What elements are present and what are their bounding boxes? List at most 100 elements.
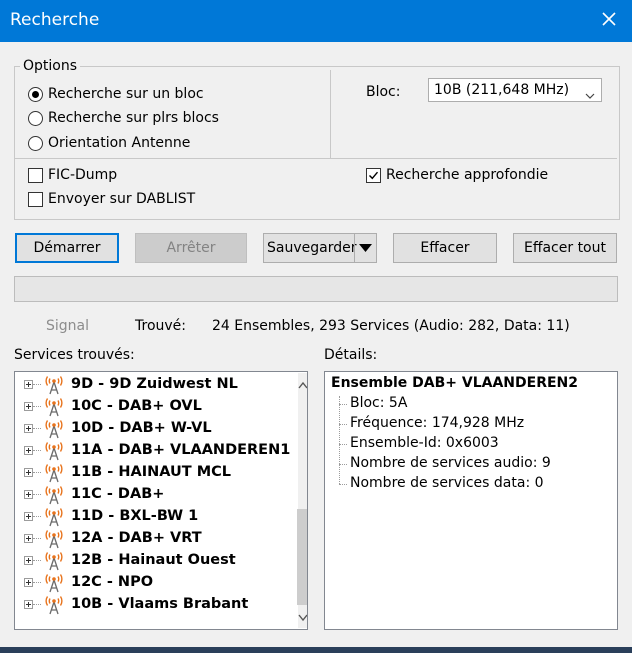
radio-antenna-orientation-label: Orientation Antenne [48,135,191,151]
service-tree-item[interactable]: 11C - DAB+ [15,484,285,506]
expand-plus-icon[interactable] [24,512,33,521]
radio-multi-block-label: Recherche sur plrs blocs [48,110,219,126]
options-divider-horizontal [15,158,617,159]
services-tree[interactable]: 9D - 9D Zuidwest NL 10C - DAB+ OVL 10D - D… [14,371,308,630]
service-item-label: 10B - Vlaams Brabant [71,596,249,612]
title-bar: Recherche [0,0,632,42]
bloc-select[interactable]: 10B (211,648 MHz) [428,78,602,102]
expand-plus-icon[interactable] [24,490,33,499]
scroll-up-arrow-icon[interactable] [298,377,307,394]
scroll-down-arrow-icon[interactable] [298,609,307,626]
details-row-ensemble-id: Ensemble-Id: 0x6003 [350,435,499,451]
tree-branch-line [33,450,41,451]
checkbox-send-dablist-label: Envoyer sur DABLIST [48,191,196,207]
checkbox-send-dablist[interactable]: Envoyer sur DABLIST [28,191,218,211]
service-tree-item[interactable]: 11D - BXL-BW 1 [15,506,285,528]
radio-single-block-indicator[interactable] [28,87,43,102]
service-item-label: 10D - DAB+ W-VL [71,420,212,436]
search-progress-bar [14,276,618,302]
details-row-audio-services: Nombre de services audio: 9 [350,455,551,471]
details-title: Ensemble DAB+ VLAANDEREN2 [331,375,578,391]
clear-button[interactable]: Effacer [393,233,497,263]
signal-label: Signal [46,318,90,334]
stop-button[interactable]: Arrêter [135,233,247,263]
tree-branch-line [33,560,41,561]
tree-branch-line [33,582,41,583]
expand-plus-icon[interactable] [24,380,33,389]
service-tree-item[interactable]: 10B - Vlaams Brabant [15,594,285,616]
details-panel: Ensemble DAB+ VLAANDEREN2 Bloc: 5A Fréqu… [324,371,618,630]
details-tree-branch [339,484,347,485]
save-dropdown-arrow[interactable] [354,234,377,262]
details-tree-line [339,396,340,484]
clear-all-button[interactable]: Effacer tout [513,233,617,263]
start-button[interactable]: Démarrer [15,233,119,263]
expand-plus-icon[interactable] [24,600,33,609]
expand-plus-icon[interactable] [24,578,33,587]
chevron-down-icon [585,87,595,103]
service-item-label: 9D - 9D Zuidwest NL [71,376,238,392]
service-tree-item[interactable]: 12B - Hainaut Ouest [15,550,285,572]
radio-antenna-orientation[interactable]: Orientation Antenne [28,135,288,155]
service-item-label: 12C - NPO [71,574,154,590]
window-title: Recherche [10,10,100,30]
radio-multi-block-indicator[interactable] [28,111,43,126]
tree-branch-line [33,428,41,429]
service-tree-item[interactable]: 12A - DAB+ VRT [15,528,285,550]
checkbox-send-dablist-box[interactable] [28,192,43,207]
service-tree-item[interactable]: 11B - HAINAUT MCL [15,462,285,484]
service-item-label: 10C - DAB+ OVL [71,398,202,414]
close-icon[interactable] [598,8,620,30]
checkbox-fic-dump-label: FIC-Dump [48,167,118,183]
details-tree-branch [339,464,347,465]
service-item-label: 12A - DAB+ VRT [71,530,202,546]
triangle-down-icon [359,244,372,252]
found-value: 24 Ensembles, 293 Services (Audio: 282, … [212,318,570,334]
checkbox-fic-dump-box[interactable] [28,168,43,183]
scrollbar-thumb[interactable] [297,509,307,605]
service-tree-item[interactable]: 10C - DAB+ OVL [15,396,285,418]
tree-branch-line [33,516,41,517]
bloc-select-value: 10B (211,648 MHz) [434,82,570,98]
expand-plus-icon[interactable] [24,468,33,477]
expand-plus-icon[interactable] [24,556,33,565]
checkbox-deep-search-box[interactable] [366,168,381,183]
details-row-data-services: Nombre de services data: 0 [350,475,544,491]
services-found-label: Services trouvés: [14,347,135,363]
details-row-frequency: Fréquence: 174,928 MHz [350,415,525,431]
radio-multi-block[interactable]: Recherche sur plrs blocs [28,110,288,130]
service-item-label: 11D - BXL-BW 1 [71,508,199,524]
checkbox-deep-search-label: Recherche approfondie [386,167,549,183]
tree-branch-line [33,384,41,385]
expand-plus-icon[interactable] [24,424,33,433]
options-legend: Options [20,58,81,74]
details-tree-branch [339,424,347,425]
services-scrollbar[interactable] [297,373,307,628]
service-item-label: 11A - DAB+ VLAANDEREN1 [71,442,291,458]
tree-branch-line [33,494,41,495]
radio-single-block[interactable]: Recherche sur un bloc [28,86,288,106]
tree-branch-line [33,406,41,407]
service-item-label: 12B - Hainaut Ouest [71,552,236,568]
service-tree-item[interactable]: 11A - DAB+ VLAANDEREN1 [15,440,290,462]
details-row-bloc: Bloc: 5A [350,395,408,411]
tree-branch-line [33,472,41,473]
save-button-label: Sauvegarder [267,240,357,256]
checkbox-fic-dump[interactable]: FIC-Dump [28,167,148,187]
expand-plus-icon[interactable] [24,534,33,543]
bloc-label: Bloc: [366,84,401,100]
tree-branch-line [33,604,41,605]
service-item-label: 11C - DAB+ [71,486,165,502]
found-label: Trouvé: [135,318,186,334]
expand-plus-icon[interactable] [24,402,33,411]
radio-antenna-orientation-indicator[interactable] [28,136,43,151]
expand-plus-icon[interactable] [24,446,33,455]
checkbox-deep-search[interactable]: Recherche approfondie [366,167,566,187]
service-tree-item[interactable]: 9D - 9D Zuidwest NL [15,374,285,396]
service-tree-item[interactable]: 12C - NPO [15,572,285,594]
service-tree-item[interactable]: 10D - DAB+ W-VL [15,418,285,440]
taskbar-edge [0,647,632,653]
antenna-icon [43,595,65,619]
checkmark-icon [369,171,379,180]
radio-single-block-label: Recherche sur un bloc [48,86,204,102]
